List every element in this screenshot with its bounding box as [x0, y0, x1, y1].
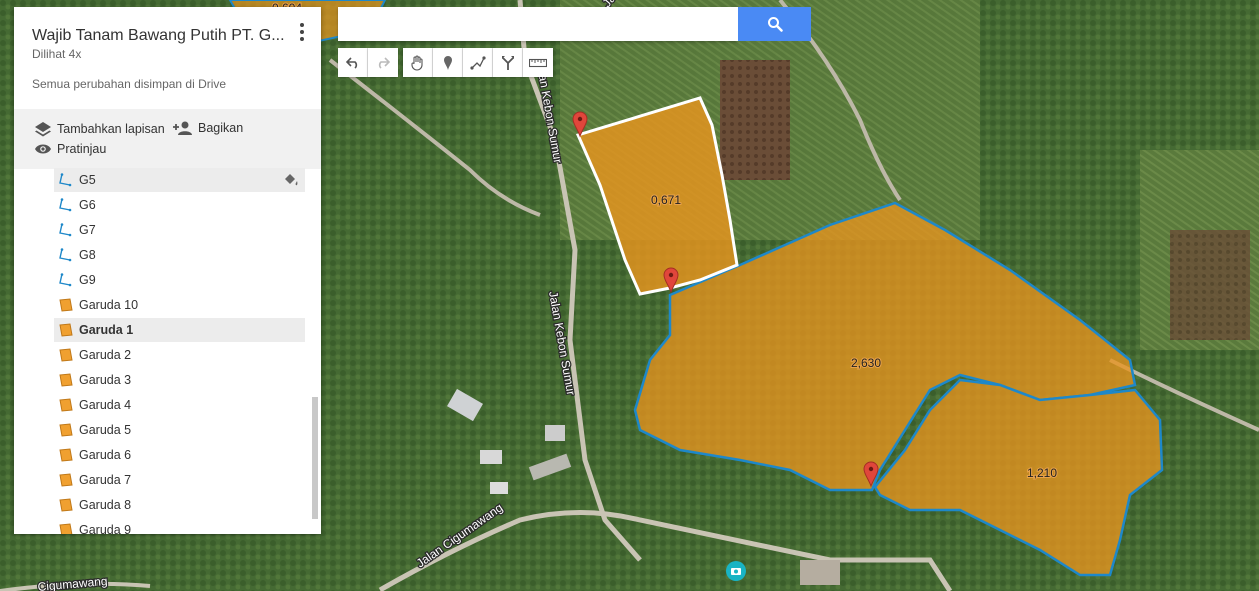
add-person-icon: [173, 121, 192, 135]
layer-item-label: Garuda 4: [79, 398, 132, 412]
polygon-icon: [54, 393, 79, 417]
line-icon: [54, 218, 79, 242]
layer-item-garuda-6[interactable]: Garuda 6: [54, 443, 305, 467]
layer-item-label: G8: [79, 248, 96, 262]
layer-item-g5[interactable]: G5: [54, 168, 305, 192]
preview-label: Pratinjau: [57, 142, 107, 156]
tilled-field: [720, 60, 790, 180]
paint-bucket-icon[interactable]: [283, 173, 299, 187]
building: [480, 450, 502, 464]
plot-right-area: 1,210: [1027, 466, 1057, 480]
layer-item-label: Garuda 2: [79, 348, 132, 362]
layer-item-label: Garuda 5: [79, 423, 132, 437]
panel-actions: Tambahkan lapisan Bagikan Pratinjau: [14, 109, 321, 169]
toolbar-tools: [403, 48, 553, 77]
plot-large-area: 2,630: [851, 356, 881, 370]
tilled-field: [1170, 230, 1250, 340]
building: [490, 482, 508, 494]
layer-item-g8[interactable]: G8: [54, 243, 305, 267]
line-icon: [54, 168, 79, 192]
layer-item-garuda-1[interactable]: Garuda 1: [54, 318, 305, 342]
layer-item-g6[interactable]: G6: [54, 193, 305, 217]
layer-item-garuda-3[interactable]: Garuda 3: [54, 368, 305, 392]
add-layer-label: Tambahkan lapisan: [57, 122, 165, 136]
draw-line-icon: [469, 55, 486, 70]
layer-item-garuda-4[interactable]: Garuda 4: [54, 393, 305, 417]
map-title[interactable]: Wajib Tanam Bawang Putih PT. G...: [32, 27, 288, 45]
marker-icon: [443, 56, 452, 70]
undo-button[interactable]: [338, 48, 368, 77]
layer-item-label: Garuda 7: [79, 473, 132, 487]
layer-item-garuda-10[interactable]: Garuda 10: [54, 293, 305, 317]
measure-button[interactable]: [523, 48, 553, 77]
redo-icon: [378, 56, 390, 69]
layer-item-garuda-2[interactable]: Garuda 2: [54, 343, 305, 367]
layer-item-g9[interactable]: G9: [54, 268, 305, 292]
layer-item-label: G5: [79, 173, 96, 187]
polygon-icon: [54, 443, 79, 467]
search-input[interactable]: [338, 7, 738, 41]
polygon-icon: [54, 343, 79, 367]
polygon-icon: [54, 468, 79, 492]
redo-button[interactable]: [368, 48, 398, 77]
polygon-icon: [54, 518, 79, 534]
layer-item-label: Garuda 3: [79, 373, 132, 387]
draw-line-button[interactable]: [463, 48, 493, 77]
line-icon: [54, 243, 79, 267]
layer-item-label: Garuda 9: [79, 523, 132, 534]
polygon-icon: [54, 293, 79, 317]
hand-icon: [410, 54, 423, 71]
layer-item-garuda-5[interactable]: Garuda 5: [54, 418, 305, 442]
save-status: Semua perubahan disimpan di Drive: [32, 77, 227, 91]
polygon-icon: [54, 318, 79, 342]
polygon-icon: [54, 493, 79, 517]
eye-icon: [35, 144, 51, 154]
layers-icon: [35, 122, 51, 137]
layer-item-label: Garuda 1: [79, 323, 134, 337]
panel-header: Wajib Tanam Bawang Putih PT. G... Diliha…: [14, 7, 321, 109]
add-marker-button[interactable]: [433, 48, 463, 77]
share-label: Bagikan: [198, 121, 244, 135]
preview-button[interactable]: Pratinjau: [34, 142, 106, 156]
map-panel: Wajib Tanam Bawang Putih PT. G... Diliha…: [14, 7, 321, 534]
search-button[interactable]: [738, 7, 811, 41]
view-count: Dilihat 4x: [32, 47, 82, 61]
layer-item-garuda-8[interactable]: Garuda 8: [54, 493, 305, 517]
layer-item-label: Garuda 10: [79, 298, 139, 312]
search-icon: [767, 17, 783, 32]
layer-item-label: Garuda 6: [79, 448, 132, 462]
directions-button[interactable]: [493, 48, 523, 77]
layer-item-list: G5 G6 G7 G8 G9 Garuda 10 Garuda 1 Garuda…: [14, 168, 321, 534]
more-options-icon[interactable]: [297, 23, 307, 45]
layer-item-garuda-9[interactable]: Garuda 9: [54, 518, 305, 534]
layer-item-label: Garuda 8: [79, 498, 132, 512]
layer-item-label: G6: [79, 198, 96, 212]
layer-item-garuda-7[interactable]: Garuda 7: [54, 468, 305, 492]
line-icon: [54, 268, 79, 292]
camera-pin-icon[interactable]: [726, 561, 746, 581]
ruler-icon: [529, 58, 547, 67]
plot-selected-area: 0,671: [651, 193, 681, 207]
layer-item-label: G9: [79, 273, 96, 287]
layer-item-g7[interactable]: G7: [54, 218, 305, 242]
undo-icon: [345, 56, 357, 69]
directions-icon: [501, 55, 514, 70]
building: [800, 560, 840, 585]
pan-tool-button[interactable]: [403, 48, 433, 77]
layer-item-label: G7: [79, 223, 96, 237]
add-layer-button[interactable]: Tambahkan lapisan: [34, 121, 165, 137]
polygon-icon: [54, 418, 79, 442]
share-button[interactable]: Bagikan: [173, 121, 243, 135]
line-icon: [54, 193, 79, 217]
layer-list-scrollbar[interactable]: [312, 397, 318, 519]
polygon-icon: [54, 368, 79, 392]
toolbar-history: [338, 48, 398, 77]
building: [545, 425, 565, 441]
